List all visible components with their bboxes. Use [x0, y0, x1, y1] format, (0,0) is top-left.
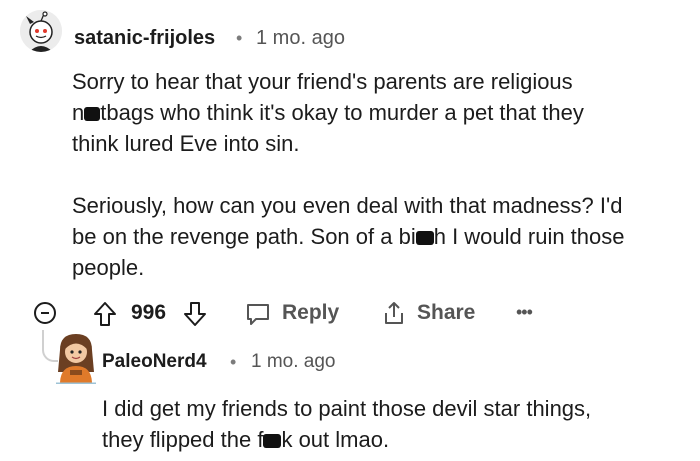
vote-count: 996 — [131, 301, 167, 324]
downvote-icon[interactable] — [182, 300, 208, 328]
comment-body-line: people. — [72, 255, 145, 280]
comment-body-line: Sorry to hear that your friend's parents… — [72, 69, 573, 94]
share-icon[interactable] — [380, 299, 408, 327]
collapse-thread-icon[interactable] — [34, 302, 56, 324]
comment-body-line: think lured Eve into sin. — [72, 131, 300, 156]
meta-separator: • — [230, 352, 237, 372]
reply-body-line: they flipped the f k out lmao. — [102, 424, 389, 455]
censor-mark — [84, 107, 101, 121]
reply-icon[interactable] — [244, 300, 272, 328]
body-text: they flipped the f — [102, 427, 264, 452]
snoo-avatar-icon — [20, 10, 62, 52]
custom-avatar-icon — [56, 334, 96, 384]
more-options-icon[interactable]: ••• — [516, 302, 533, 322]
comment-body-line: be on the revenge path. Son of a bi h I w… — [72, 221, 625, 252]
meta-separator: • — [236, 28, 243, 48]
share-button[interactable]: Share — [417, 300, 475, 326]
avatar[interactable] — [54, 332, 98, 384]
comment-timestamp[interactable]: 1 mo. ago — [256, 25, 345, 51]
reply-body-line: I did get my friends to paint those devi… — [102, 396, 592, 421]
reply-button[interactable]: Reply — [282, 300, 339, 326]
upvote-icon[interactable] — [92, 300, 118, 328]
body-text: tbags who think it's okay to murder a pe… — [100, 100, 584, 125]
comment-body-line: Seriously, how can you even deal with th… — [72, 193, 623, 218]
comment-author[interactable]: satanic-frijoles — [74, 25, 215, 51]
censor-mark — [415, 231, 434, 245]
body-text: n — [72, 100, 85, 125]
body-text: h I would ruin those — [433, 224, 625, 249]
body-text: k out lmao. — [281, 427, 390, 452]
avatar[interactable] — [20, 10, 62, 52]
body-text: be on the revenge path. Son of a bi — [72, 224, 416, 249]
reply-timestamp[interactable]: 1 mo. ago — [251, 349, 336, 375]
reply-author[interactable]: PaleoNerd4 — [102, 349, 207, 375]
censor-mark — [263, 434, 282, 448]
comment-body-line: n tbags who think it's okay to murder a p… — [72, 97, 584, 128]
